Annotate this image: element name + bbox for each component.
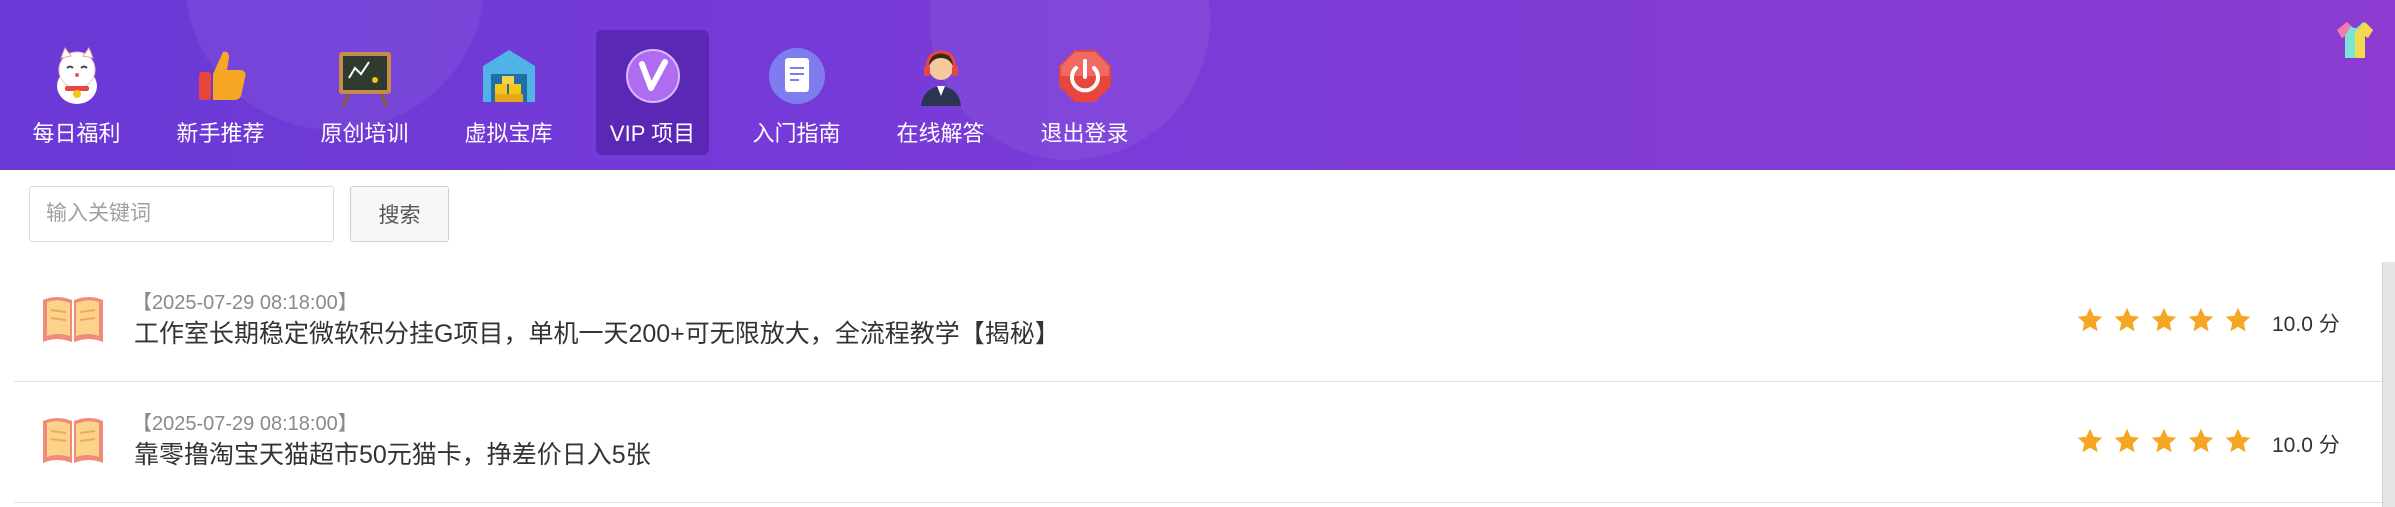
star-icon <box>2225 307 2251 332</box>
top-navigation-bar: 每日福利 新手推荐 原创培训 虚拟宝库 VIP 项目 入门指南 在线解答 退出登… <box>0 0 2395 170</box>
lucky-cat-icon <box>56 46 97 104</box>
support-agent-icon <box>920 50 961 106</box>
power-icon <box>1058 50 1111 102</box>
star-icon <box>2151 307 2177 332</box>
article-date: 【2025-07-29 08:18:00】 <box>132 292 358 314</box>
article-title-link[interactable]: 靠零撸淘宝天猫超市50元猫卡，挣差价日入5张 <box>134 435 651 471</box>
vertical-scrollbar[interactable] <box>2382 262 2395 507</box>
nav-item-virtual-treasury[interactable]: 虚拟宝库 <box>452 30 565 155</box>
open-book-icon <box>43 297 103 342</box>
nav-item-original-training[interactable]: 原创培训 <box>308 30 421 155</box>
star-icon <box>2188 428 2214 453</box>
list-item[interactable]: 【2025-07-29 08:18:00】 靠零撸淘宝天猫超市50元猫卡，挣差价… <box>14 383 2385 503</box>
nav-label: 退出登录 <box>1040 121 1129 146</box>
star-rating <box>2076 427 2252 455</box>
nav-label: 每日福利 <box>32 121 121 146</box>
nav-label: 入门指南 <box>752 121 841 146</box>
article-score: 10.0 分 <box>2272 434 2340 457</box>
star-icon <box>2114 307 2140 332</box>
thumbs-up-icon <box>198 51 245 100</box>
vip-badge-icon <box>625 49 680 103</box>
nav-item-online-answers[interactable]: 在线解答 <box>884 30 997 155</box>
star-icon <box>2151 428 2177 453</box>
star-icon <box>2077 428 2103 453</box>
article-title-link[interactable]: 工作室长期稳定微软积分挂G项目，单机一天200+可无限放大，全流程教学【揭秘】 <box>134 314 1060 350</box>
article-date: 【2025-07-29 08:18:00】 <box>132 413 358 435</box>
star-icon <box>2077 307 2103 332</box>
star-icon <box>2225 428 2251 453</box>
nav-item-vip-project[interactable]: VIP 项目 <box>596 30 709 155</box>
article-score: 10.0 分 <box>2272 313 2340 336</box>
document-icon <box>768 48 825 104</box>
nav-label: 在线解答 <box>896 121 985 146</box>
star-icon <box>2114 428 2140 453</box>
star-icon <box>2188 307 2214 332</box>
nav-item-getting-started[interactable]: 入门指南 <box>740 30 853 155</box>
open-book-icon <box>43 418 103 463</box>
list-item[interactable]: 【2025-07-29 08:18:00】 工作室长期稳定微软积分挂G项目，单机… <box>14 262 2385 382</box>
search-input[interactable] <box>29 186 334 242</box>
nav-item-logout[interactable]: 退出登录 <box>1028 30 1141 155</box>
main-nav: 每日福利 新手推荐 原创培训 虚拟宝库 VIP 项目 入门指南 在线解答 退出登… <box>20 30 1141 155</box>
star-rating <box>2076 306 2252 334</box>
nav-label: 虚拟宝库 <box>464 121 553 146</box>
chalkboard-icon <box>338 52 391 107</box>
treasure-warehouse-icon <box>482 50 535 102</box>
nav-label: 新手推荐 <box>176 121 265 146</box>
nav-label: 原创培训 <box>320 121 409 146</box>
search-button[interactable]: 搜索 <box>350 186 449 242</box>
skin-tshirt-icon[interactable] <box>2333 18 2377 62</box>
nav-item-beginner-recommend[interactable]: 新手推荐 <box>164 30 277 155</box>
nav-label: VIP 项目 <box>609 121 696 146</box>
nav-item-daily-welfare[interactable]: 每日福利 <box>20 30 133 155</box>
